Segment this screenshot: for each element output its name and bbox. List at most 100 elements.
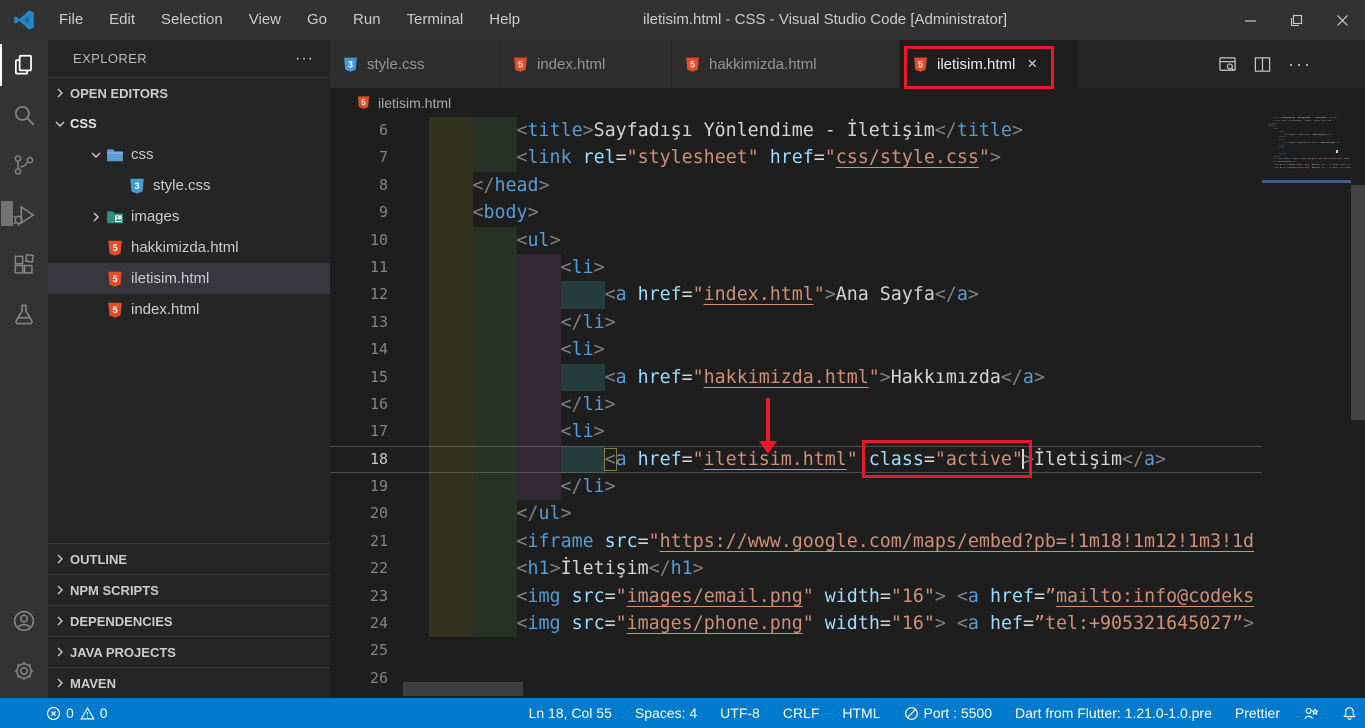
code-line-13[interactable]: 13</li>	[330, 309, 1262, 336]
warning-icon	[80, 706, 95, 721]
file-item-iletisim.html[interactable]: 5iletisim.html	[48, 263, 330, 294]
breadcrumb[interactable]: 5 iletisim.html	[330, 88, 1365, 117]
more-actions-icon[interactable]: ···	[1288, 54, 1312, 75]
window-title: iletisim.html - CSS - Visual Studio Code…	[643, 0, 1007, 40]
status-0[interactable]: 0	[46, 705, 74, 721]
file-html-icon: 5	[106, 270, 124, 288]
code-line-8[interactable]: 8</head>	[330, 172, 1262, 199]
line-number: 25	[330, 637, 388, 664]
status-dart-from-flutter-1-21-0-1-0-pre[interactable]: Dart from Flutter: 1.21.0-1.0.pre	[1015, 705, 1212, 721]
file-item-index.html[interactable]: 5index.html	[48, 294, 330, 325]
file-html-icon: 5	[106, 239, 124, 257]
code-line-22[interactable]: 22<h1>İletişim</h1>	[330, 555, 1262, 582]
code-line-23[interactable]: 23<img src="images/email.png" width="16"…	[330, 583, 1262, 610]
code-line-25[interactable]: 25	[330, 637, 1262, 664]
open-editors-section[interactable]: OPEN EDITORS	[48, 77, 330, 108]
line-number: 9	[330, 199, 388, 226]
status-prettier[interactable]: Prettier	[1235, 705, 1280, 721]
title-bar: FileEditSelectionViewGoRunTerminalHelp i…	[0, 0, 1365, 40]
section-outline[interactable]: OUTLINE	[48, 543, 330, 574]
section-dependencies[interactable]: DEPENDENCIES	[48, 605, 330, 636]
status-spaces-4[interactable]: Spaces: 4	[635, 705, 697, 721]
code-line-15[interactable]: 15<a href="hakkimizda.html">Hakkımızda</…	[330, 364, 1262, 391]
activity-accounts[interactable]	[0, 596, 48, 646]
code-line-9[interactable]: 9<body>	[330, 199, 1262, 226]
activity-search[interactable]	[0, 90, 48, 140]
line-number: 12	[330, 281, 388, 308]
status-bar: 00 Ln 18, Col 55 Spaces: 4 UTF-8 CRLF HTML Po…	[0, 698, 1365, 728]
line-number: 18	[330, 446, 388, 473]
code-line-11[interactable]: 11<li>	[330, 254, 1262, 281]
tab-index.html[interactable]: 5index.html	[500, 40, 672, 88]
code-line-14[interactable]: 14<li>	[330, 336, 1262, 363]
file-item-style.css[interactable]: 3style.css	[48, 170, 330, 201]
activity-settings[interactable]	[0, 646, 48, 696]
code-line-20[interactable]: 20</ul>	[330, 500, 1262, 527]
menu-view[interactable]: View	[236, 0, 294, 40]
menu-terminal[interactable]: Terminal	[394, 0, 477, 40]
chevron-right-icon	[54, 87, 66, 99]
item-label: images	[131, 208, 179, 225]
activity-testing[interactable]	[0, 290, 48, 340]
horizontal-scrollbar[interactable]	[403, 682, 523, 696]
section-maven[interactable]: MAVEN	[48, 667, 330, 698]
status-crlf[interactable]: CRLF	[783, 705, 820, 721]
status-0[interactable]: 0	[80, 705, 108, 721]
folder-item-images[interactable]: images	[48, 201, 330, 232]
status-port-5500[interactable]: Port : 5500	[904, 705, 993, 721]
menu-selection[interactable]: Selection	[148, 0, 236, 40]
activity-explorer[interactable]	[0, 40, 48, 90]
vertical-scrollbar[interactable]	[1351, 117, 1365, 698]
minimap[interactable]: <title>Sayfadışı Yönlendime - İletişim</…	[1262, 117, 1351, 698]
folder-css-icon	[106, 146, 124, 164]
menu-run[interactable]: Run	[340, 0, 394, 40]
code-line-24[interactable]: 24<img src="images/phone.png" width="16"…	[330, 610, 1262, 637]
svg-text:5: 5	[690, 59, 695, 69]
port-icon	[904, 706, 919, 721]
code-line-16[interactable]: 16</li>	[330, 391, 1262, 418]
status-bell-icon[interactable]	[1342, 706, 1357, 721]
tab-hakkimizda.html[interactable]: 5hakkimizda.html	[672, 40, 900, 88]
menu-edit[interactable]: Edit	[96, 0, 148, 40]
section-java-projects[interactable]: JAVA PROJECTS	[48, 636, 330, 667]
tab-style.css[interactable]: 3style.css	[330, 40, 500, 88]
code-line-17[interactable]: 17<li>	[330, 418, 1262, 445]
open-preview-icon[interactable]	[1218, 55, 1237, 74]
code-line-10[interactable]: 10<ul>	[330, 227, 1262, 254]
test-flask-icon	[11, 302, 37, 328]
restore-icon[interactable]	[1273, 0, 1319, 40]
css-file-icon: 3	[342, 56, 359, 73]
code-line-18[interactable]: 18<a href="iletisim.html" class="active"…	[330, 446, 1262, 473]
status-utf-8[interactable]: UTF-8	[720, 705, 760, 721]
breadcrumb-item: iletisim.html	[378, 95, 451, 111]
code-line-19[interactable]: 19</li>	[330, 473, 1262, 500]
activity-bar	[0, 40, 48, 698]
close-icon[interactable]	[1319, 0, 1365, 40]
code-line-6[interactable]: 6<title>Sayfadışı Yönlendime - İletişim<…	[330, 117, 1262, 144]
line-number: 26	[330, 665, 388, 692]
menu-go[interactable]: Go	[294, 0, 340, 40]
status-feedback-icon[interactable]	[1303, 706, 1319, 721]
workspace-root[interactable]: CSS	[48, 108, 330, 139]
section-npm-scripts[interactable]: NPM SCRIPTS	[48, 574, 330, 605]
line-number: 6	[330, 117, 388, 144]
menu-help[interactable]: Help	[476, 0, 533, 40]
html-file-icon: 5	[512, 56, 529, 73]
minimize-icon[interactable]	[1227, 0, 1273, 40]
folder-item-css[interactable]: css	[48, 139, 330, 170]
status-ln-18-col-55[interactable]: Ln 18, Col 55	[529, 705, 612, 721]
more-actions-icon[interactable]: ···	[295, 50, 314, 68]
code-line-7[interactable]: 7<link rel="stylesheet" href="css/style.…	[330, 144, 1262, 171]
activity-extensions[interactable]	[0, 240, 48, 290]
status-html[interactable]: HTML	[842, 705, 880, 721]
code-line-12[interactable]: 12<a href="index.html">Ana Sayfa</a>	[330, 281, 1262, 308]
activity-source-control[interactable]	[0, 140, 48, 190]
file-item-hakkimizda.html[interactable]: 5hakkimizda.html	[48, 232, 330, 263]
split-editor-icon[interactable]	[1253, 55, 1272, 74]
code-editor[interactable]: 6<title>Sayfadışı Yönlendime - İletişim<…	[330, 117, 1262, 698]
folder-images-icon	[106, 208, 124, 226]
menu-file[interactable]: File	[46, 0, 96, 40]
chevron-right-icon	[88, 211, 104, 223]
menu-bar: FileEditSelectionViewGoRunTerminalHelp	[46, 0, 533, 40]
code-line-21[interactable]: 21<iframe src="https://www.google.com/ma…	[330, 528, 1262, 555]
